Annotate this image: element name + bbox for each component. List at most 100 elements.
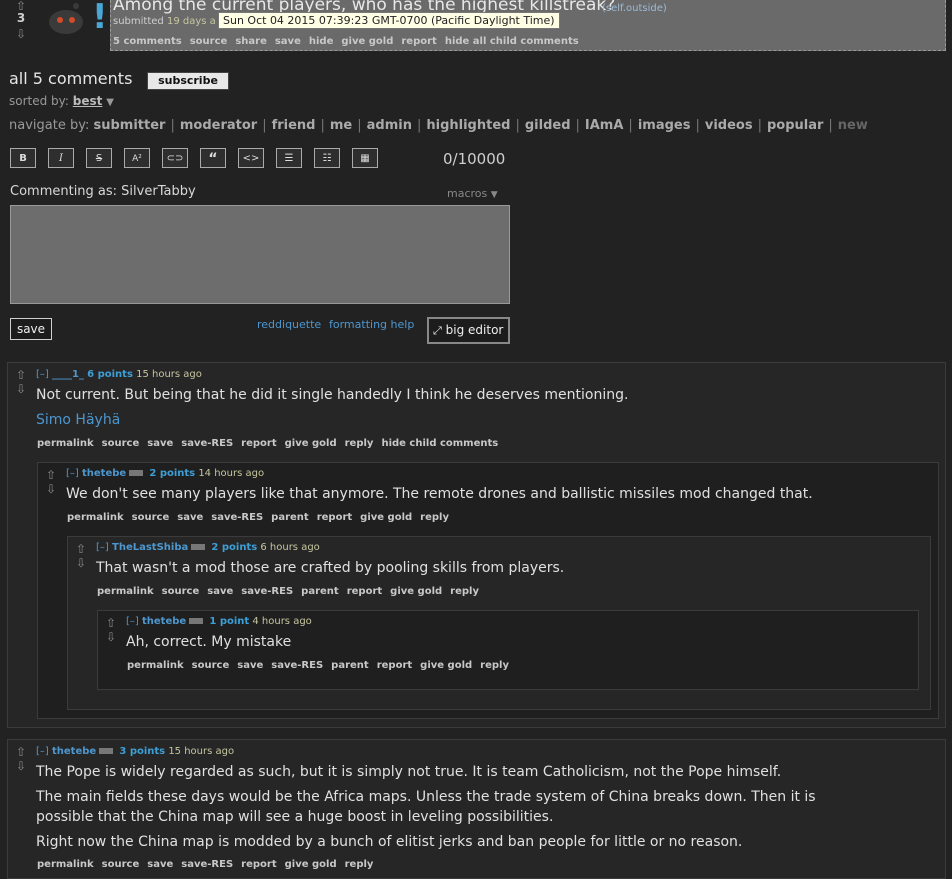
superscript-button[interactable]: A² — [124, 148, 150, 168]
post-share-link[interactable]: share — [235, 36, 267, 47]
give-gold-link[interactable]: give gold — [420, 660, 472, 671]
comment-author[interactable]: ____1_ — [52, 369, 84, 380]
save-link[interactable]: save — [207, 586, 233, 597]
numbered-list-button[interactable]: ☷ — [314, 148, 340, 168]
nav-videos[interactable]: videos — [705, 118, 753, 133]
comment-author[interactable]: thetebe — [82, 468, 126, 479]
nav-admin[interactable]: admin — [367, 118, 412, 133]
downvote-arrow-icon[interactable]: ⇩ — [14, 760, 28, 772]
quote-button[interactable]: “ — [200, 148, 226, 168]
big-editor-button[interactable]: ⤢ big editor — [427, 317, 510, 344]
comment-author[interactable]: thetebe — [142, 616, 186, 627]
upvote-arrow-icon[interactable]: ⇧ — [44, 469, 58, 481]
code-button[interactable]: <> — [238, 148, 264, 168]
downvote-arrow-icon[interactable]: ⇩ — [44, 483, 58, 495]
collapse-toggle[interactable]: [–] — [36, 369, 49, 380]
permalink-link[interactable]: permalink — [127, 660, 184, 671]
nav-iama[interactable]: IAmA — [585, 118, 624, 133]
nav-new[interactable]: new — [838, 118, 868, 133]
collapse-toggle[interactable]: [–] — [66, 468, 79, 479]
give-gold-link[interactable]: give gold — [285, 438, 337, 449]
report-link[interactable]: report — [377, 660, 412, 671]
post-source-link[interactable]: source — [190, 36, 228, 47]
give-gold-link[interactable]: give gold — [360, 512, 412, 523]
post-hide-children-link[interactable]: hide all child comments — [445, 36, 579, 47]
post-domain[interactable]: (self.outside) — [602, 3, 667, 14]
nav-gilded[interactable]: gilded — [525, 118, 571, 133]
upvote-arrow-icon[interactable]: ⇧ — [14, 746, 28, 758]
comment-author[interactable]: TheLastShiba — [112, 542, 188, 553]
source-link[interactable]: source — [132, 512, 170, 523]
comment-textarea[interactable] — [10, 205, 510, 304]
collapse-toggle[interactable]: [–] — [126, 616, 139, 627]
bold-button[interactable]: B — [10, 148, 36, 168]
source-link[interactable]: source — [192, 660, 230, 671]
upvote-arrow-icon[interactable]: ⇧ — [104, 617, 118, 629]
permalink-link[interactable]: permalink — [97, 586, 154, 597]
nav-friend[interactable]: friend — [272, 118, 316, 133]
post-save-link[interactable]: save — [275, 36, 301, 47]
save-res-link[interactable]: save-RES — [211, 512, 263, 523]
report-link[interactable]: report — [317, 512, 352, 523]
post-hide-link[interactable]: hide — [309, 36, 334, 47]
permalink-link[interactable]: permalink — [67, 512, 124, 523]
give-gold-link[interactable]: give gold — [390, 586, 442, 597]
comment-link[interactable]: Simo Häyhä — [36, 412, 120, 428]
reddit-alien-thumbnail-icon[interactable] — [38, 0, 88, 44]
link-button[interactable]: ⊂⊃ — [162, 148, 188, 168]
parent-link[interactable]: parent — [301, 586, 339, 597]
formatting-help-link[interactable]: formatting help — [329, 318, 414, 331]
downvote-arrow-icon[interactable]: ⇩ — [74, 557, 88, 569]
user-tag-icon[interactable] — [99, 748, 114, 754]
save-link[interactable]: save — [237, 660, 263, 671]
parent-link[interactable]: parent — [271, 512, 309, 523]
sort-selector[interactable]: sorted by: best ▼ — [9, 94, 114, 108]
parent-link[interactable]: parent — [331, 660, 369, 671]
upvote-arrow-icon[interactable]: ⇧ — [14, 369, 28, 381]
post-report-link[interactable]: report — [401, 36, 436, 47]
user-tag-icon[interactable] — [191, 544, 206, 550]
save-button[interactable]: save — [10, 318, 52, 340]
chevron-down-icon[interactable]: ▼ — [106, 97, 114, 108]
macros-dropdown[interactable]: macros ▼ — [447, 187, 498, 200]
upvote-arrow-icon[interactable]: ⇧ — [74, 543, 88, 555]
nav-me[interactable]: me — [330, 118, 352, 133]
user-tag-icon[interactable] — [129, 470, 144, 476]
post-give-gold-link[interactable]: give gold — [341, 36, 393, 47]
nav-images[interactable]: images — [638, 118, 691, 133]
source-link[interactable]: source — [102, 438, 140, 449]
hide-child-comments-link[interactable]: hide child comments — [381, 438, 498, 449]
collapse-toggle[interactable]: [–] — [36, 746, 49, 757]
source-link[interactable]: source — [162, 586, 200, 597]
reply-link[interactable]: reply — [480, 660, 509, 671]
nav-submitter[interactable]: submitter — [93, 118, 165, 133]
save-link[interactable]: save — [147, 438, 173, 449]
reply-link[interactable]: reply — [450, 586, 479, 597]
post-comments-link[interactable]: 5 comments — [113, 36, 182, 47]
sorted-value[interactable]: best — [73, 94, 103, 108]
nav-popular[interactable]: popular — [767, 118, 823, 133]
report-link[interactable]: report — [347, 586, 382, 597]
downvote-arrow-icon[interactable]: ⇩ — [14, 383, 28, 395]
strikethrough-button[interactable]: S — [86, 148, 112, 168]
nav-highlighted[interactable]: highlighted — [426, 118, 510, 133]
collapse-toggle[interactable]: [–] — [96, 542, 109, 553]
save-res-link[interactable]: save-RES — [241, 586, 293, 597]
report-link[interactable]: report — [241, 438, 276, 449]
nav-moderator[interactable]: moderator — [180, 118, 257, 133]
reply-link[interactable]: reply — [345, 438, 374, 449]
table-button[interactable]: ▦ — [352, 148, 378, 168]
save-link[interactable]: save — [177, 512, 203, 523]
downvote-arrow-icon[interactable]: ⇩ — [104, 631, 118, 643]
downvote-arrow-icon[interactable]: ⇩ — [14, 28, 28, 40]
user-tag-icon[interactable] — [189, 618, 204, 624]
reply-link[interactable]: reply — [420, 512, 449, 523]
save-res-link[interactable]: save-RES — [181, 438, 233, 449]
comment-author[interactable]: thetebe — [52, 746, 96, 757]
reddiquette-link[interactable]: reddiquette — [257, 318, 321, 331]
permalink-link[interactable]: permalink — [37, 438, 94, 449]
save-res-link[interactable]: save-RES — [271, 660, 323, 671]
subscribe-button[interactable]: subscribe — [147, 72, 229, 90]
bullet-list-button[interactable]: ☰ — [276, 148, 302, 168]
italic-button[interactable]: I — [48, 148, 74, 168]
